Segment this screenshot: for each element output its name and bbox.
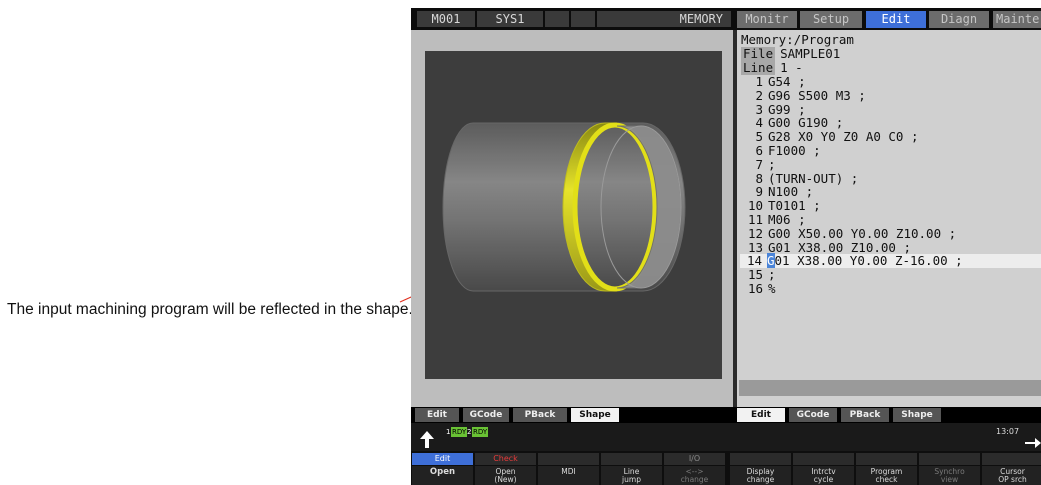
fkey-3[interactable]: MDI <box>538 453 599 485</box>
program-line[interactable]: 12 G00 X50.00 Y0.00 Z10.00 ; <box>741 226 956 241</box>
file-name: SAMPLE01 <box>780 46 841 61</box>
system-1-ready-badge: RDY <box>451 427 468 437</box>
fkey-8[interactable]: Program check <box>856 453 917 485</box>
open-new-button[interactable]: Open (New) <box>475 466 536 485</box>
cnc-screen: M001 SYS1 MEMORY Monitr Setup Edit Diagn… <box>411 8 1041 485</box>
system-1-number: 1 <box>446 428 451 436</box>
program-line[interactable]: 16% <box>741 282 776 296</box>
mode-slot-7 <box>793 453 854 465</box>
program-line[interactable]: 5 G28 X0 Y0 Z0 A0 C0 ; <box>741 130 918 144</box>
horizontal-scrollbar[interactable] <box>739 380 1041 396</box>
tab-edit-right[interactable]: Edit <box>737 408 785 422</box>
open-button[interactable]: Open <box>412 466 473 485</box>
mode-slot-9 <box>919 453 980 465</box>
program-line[interactable]: 13 G01 X38.00 Z10.00 ; <box>741 240 911 255</box>
tab-gcode-right[interactable]: GCode <box>789 408 837 422</box>
tab-pback-right[interactable]: PBack <box>841 408 889 422</box>
program-line[interactable]: 8 (TURN-OUT) ; <box>741 171 858 186</box>
fkey-6[interactable]: Display change <box>730 453 791 485</box>
mode-slot-3 <box>538 453 599 465</box>
mdi-button[interactable]: MDI <box>538 466 599 485</box>
left-screen-tabs: Edit GCode PBack Shape <box>411 407 733 423</box>
mode-slot-6 <box>730 453 791 465</box>
mode-slot-8 <box>856 453 917 465</box>
tab-shape-left[interactable]: Shape <box>571 408 619 422</box>
synchro-view-button[interactable]: Synchro view <box>919 466 980 485</box>
tab-pback-left[interactable]: PBack <box>513 408 567 422</box>
mode-slot-4 <box>601 453 662 465</box>
program-check-button[interactable]: Program check <box>856 466 917 485</box>
fkey-10[interactable]: Cursor OP srch <box>982 453 1041 485</box>
menu-tab-edit[interactable]: Edit <box>866 11 926 28</box>
line-row: Line 1 - <box>741 61 803 75</box>
status-cell-empty-1 <box>545 11 569 27</box>
shape-pane <box>411 30 733 407</box>
mode-io: I/O <box>664 453 725 465</box>
machine-number: M001 <box>417 11 475 27</box>
fkey-2[interactable]: Check Open (New) <box>475 453 536 485</box>
display-change-button[interactable]: Display change <box>730 466 791 485</box>
program-line[interactable]: 6 F1000 ; <box>741 144 820 158</box>
shape-view[interactable] <box>425 51 722 379</box>
menu-tab-diagn[interactable]: Diagn <box>929 11 989 28</box>
status-bar: 1 RDY 2 RDY 13:07 <box>411 423 1041 451</box>
program-line-current[interactable]: 14 G01 X38.00 Y0.00 Z-16.00 ; <box>740 253 1041 269</box>
tab-gcode-left[interactable]: GCode <box>463 408 509 422</box>
menu-tab-mainte[interactable]: Mainte <box>993 11 1041 28</box>
clock: 13:07 <box>996 427 1020 436</box>
workpiece-cylinder <box>442 122 686 292</box>
status-cell-empty-2 <box>571 11 595 27</box>
mode-check: Check <box>475 453 536 465</box>
text-cursor: G <box>767 253 775 269</box>
file-label: File <box>741 46 776 61</box>
fkey-4[interactable]: Line jump <box>601 453 662 485</box>
program-edit-pane: Memory:/Program File SAMPLE01 Line 1 - 1 G5… <box>737 30 1041 407</box>
file-row: File SAMPLE01 <box>741 47 840 61</box>
program-line[interactable]: 15; <box>741 268 776 282</box>
program-line[interactable]: 7; <box>741 157 775 172</box>
top-status-bar: M001 SYS1 MEMORY Monitr Setup Edit Diagn… <box>411 8 1041 30</box>
up-arrow-icon[interactable] <box>417 428 437 450</box>
mode-slot-10 <box>982 453 1041 465</box>
program-line[interactable]: 9 N100 ; <box>741 185 813 199</box>
line-jump-button[interactable]: Line jump <box>601 466 662 485</box>
program-line[interactable]: 4 G00 G190 ; <box>741 116 843 130</box>
menu-tab-monitr[interactable]: Monitr <box>737 11 797 28</box>
program-line[interactable]: 10 T0101 ; <box>741 199 821 213</box>
fkey-9[interactable]: Synchro view <box>919 453 980 485</box>
program-line[interactable]: 1 G54 ; <box>741 75 805 89</box>
fkey-5[interactable]: I/O <--> change <box>664 453 725 485</box>
change-button[interactable]: <--> change <box>664 466 725 485</box>
tab-edit-left[interactable]: Edit <box>415 408 459 422</box>
system-2-number: 2 <box>467 428 472 436</box>
system-label: SYS1 <box>477 11 543 27</box>
menu-tab-setup[interactable]: Setup <box>800 11 862 28</box>
mode-label: MEMORY <box>597 11 731 27</box>
fkey-1[interactable]: Edit Open <box>412 453 473 485</box>
mode-edit: Edit <box>412 453 473 465</box>
right-arrow-icon[interactable] <box>1025 437 1041 449</box>
right-screen-tabs: Edit GCode PBack Shape <box>733 407 1041 423</box>
system-2-ready-badge: RDY <box>472 427 489 437</box>
line-value: 1 - <box>780 60 803 75</box>
function-key-bar: Edit Open Check Open (New) MDI Line jump I… <box>411 451 1041 485</box>
program-path: Memory:/Program <box>741 32 854 47</box>
tab-shape-right[interactable]: Shape <box>893 408 941 422</box>
interactive-cycle-button[interactable]: Intrctv cycle <box>793 466 854 485</box>
fkey-7[interactable]: Intrctv cycle <box>793 453 854 485</box>
program-line[interactable]: 11 M06 ; <box>741 213 806 227</box>
program-line[interactable]: 2 G96 S500 M3 ; <box>741 88 865 103</box>
cursor-op-search-button[interactable]: Cursor OP srch <box>982 466 1041 485</box>
line-label: Line <box>741 60 776 75</box>
program-line[interactable]: 3 G99 ; <box>741 102 805 117</box>
